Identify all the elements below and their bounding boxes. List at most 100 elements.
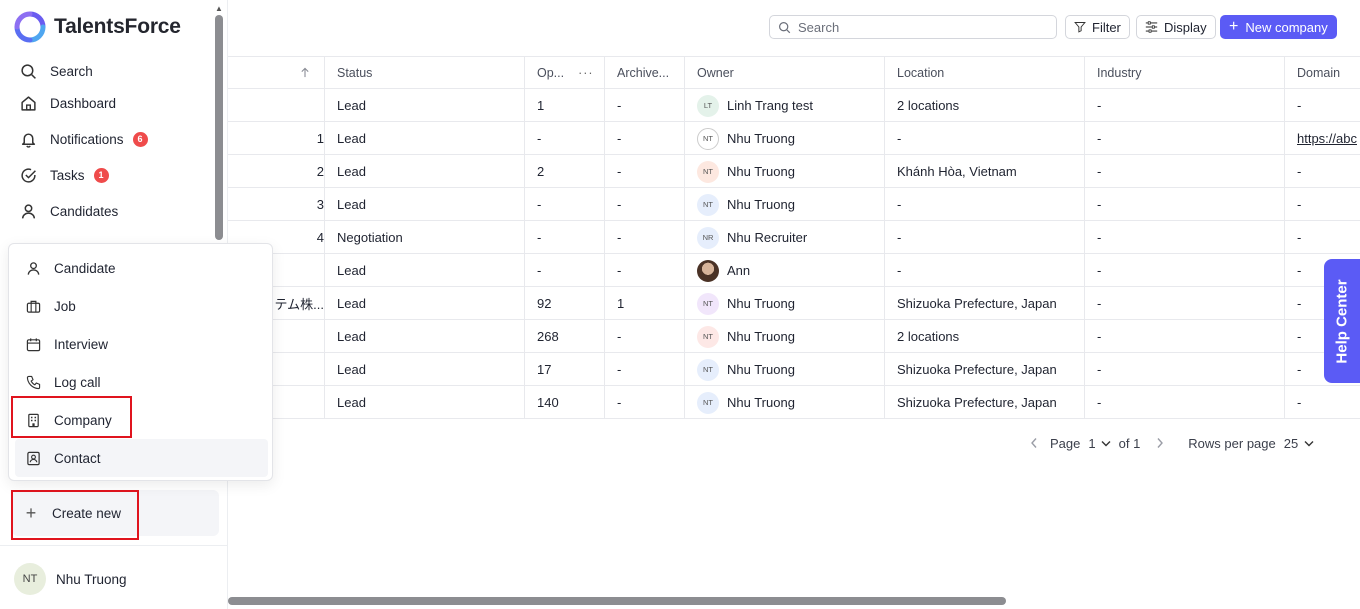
cell-location: Shizuoka Prefecture, Japan: [885, 353, 1085, 386]
check-circle-icon: [20, 167, 37, 184]
cell-op: 2: [525, 155, 605, 188]
search-icon: [20, 63, 37, 80]
help-center-button[interactable]: Help Center: [1324, 259, 1360, 383]
cell-industry-value: -: [1097, 230, 1102, 245]
owner-name: Nhu Truong: [727, 362, 795, 377]
avatar: NT: [697, 127, 719, 150]
table-row[interactable]: 3 Lead - - NT Nhu Truong - - -: [228, 188, 1360, 221]
cell-status-value: Lead: [337, 329, 366, 344]
cell-status: Negotiation: [325, 221, 525, 254]
more-horizontal-icon[interactable]: ···: [578, 66, 594, 80]
owner-name: Linh Trang test: [727, 98, 813, 113]
cell-op-value: -: [537, 263, 542, 278]
owner-name: Nhu Recruiter: [727, 230, 808, 245]
chevron-right-icon[interactable]: [1156, 437, 1164, 449]
column-header-location[interactable]: Location: [885, 56, 1085, 89]
avatar: NT: [697, 391, 719, 414]
table-row[interactable]: 4 Negotiation - - NR Nhu Recruiter - - -: [228, 221, 1360, 254]
page-select[interactable]: 1: [1088, 436, 1111, 451]
page-total: of 1: [1118, 435, 1141, 451]
cell-domain: -: [1285, 89, 1360, 122]
horizontal-scrollbar[interactable]: [228, 597, 1360, 605]
cell-status: Lead: [325, 287, 525, 320]
display-button[interactable]: Display: [1136, 15, 1216, 39]
cell-location: Khánh Hòa, Vietnam: [885, 155, 1085, 188]
table-row[interactable]: テム株... Lead 92 1 NT Nhu Truong Shizuoka Prefec…: [228, 287, 1360, 320]
cell-name: 1: [228, 122, 325, 155]
plus-icon: +: [1229, 18, 1239, 35]
scroll-up-arrow-icon[interactable]: ▲: [215, 4, 223, 13]
cell-status-value: Lead: [337, 296, 366, 311]
cell-location: Shizuoka Prefecture, Japan: [885, 386, 1085, 419]
menu-item-contact[interactable]: Contact: [15, 439, 268, 477]
cell-domain-value: -: [1297, 362, 1302, 377]
chevron-left-icon[interactable]: [1030, 437, 1038, 449]
column-header-archived[interactable]: Archive...: [605, 56, 685, 89]
cell-name: [228, 89, 325, 122]
table-row[interactable]: Lead 140 - NT Nhu Truong Shizuoka Prefecture,…: [228, 386, 1360, 419]
rows-per-page-label: Rows per page: [1188, 435, 1276, 451]
avatar: NT: [697, 193, 719, 216]
menu-item-interview[interactable]: Interview: [15, 325, 268, 363]
cell-status: Lead: [325, 89, 525, 122]
sliders-icon: [1145, 21, 1158, 33]
cell-domain-value[interactable]: https://abc: [1297, 131, 1357, 146]
cell-owner: NT Nhu Truong: [685, 188, 885, 221]
horizontal-scrollbar-thumb[interactable]: [228, 597, 1006, 605]
cell-op-value: -: [537, 197, 542, 212]
cell-location: 2 locations: [885, 320, 1085, 353]
cell-op-value: 268: [537, 329, 559, 344]
sidebar-item-candidates[interactable]: Candidates: [20, 199, 118, 223]
cell-status: Lead: [325, 122, 525, 155]
table-row[interactable]: 2 Lead 2 - NT Nhu Truong Khánh Hòa, Vietnam - -: [228, 155, 1360, 188]
search-box[interactable]: [769, 15, 1057, 39]
table-row[interactable]: Lead - - Ann - - -: [228, 254, 1360, 287]
sidebar-item-dashboard[interactable]: Dashboard: [20, 91, 116, 115]
cell-op-value: 17: [537, 362, 552, 377]
app-name: TalentsForce: [54, 15, 181, 38]
cell-domain: https://abc: [1285, 122, 1360, 155]
sidebar-item-tasks[interactable]: Tasks 1: [20, 163, 109, 187]
cell-industry-value: -: [1097, 197, 1102, 212]
cell-op: 92: [525, 287, 605, 320]
cell-owner: NT Nhu Truong: [685, 155, 885, 188]
cell-name-value: 3: [316, 197, 324, 212]
cell-status-value: Negotiation: [337, 230, 403, 245]
menu-item-job[interactable]: Job: [15, 287, 268, 325]
cell-op: -: [525, 254, 605, 287]
cell-op: 1: [525, 89, 605, 122]
cell-industry-value: -: [1097, 296, 1102, 311]
column-header-domain[interactable]: Domain: [1285, 56, 1360, 89]
cell-archived-value: -: [617, 362, 622, 377]
cell-archived: -: [605, 122, 685, 155]
cell-industry: -: [1085, 89, 1285, 122]
table-row[interactable]: Lead 1 - LT Linh Trang test 2 locations - -: [228, 89, 1360, 122]
sidebar-item-notifications[interactable]: Notifications 6: [20, 127, 148, 151]
new-company-label: New company: [1245, 19, 1328, 35]
table-row[interactable]: Lead 268 - NT Nhu Truong 2 locations - -: [228, 320, 1360, 353]
search-input[interactable]: [798, 19, 1038, 35]
sidebar-scrollbar-thumb[interactable]: [215, 15, 223, 240]
column-header-op[interactable]: Op... ···: [525, 56, 605, 89]
table-row[interactable]: 1 Lead - - NT Nhu Truong - - https://abc: [228, 122, 1360, 155]
avatar: NT: [697, 160, 719, 183]
cell-archived: 1: [605, 287, 685, 320]
column-header-industry[interactable]: Industry: [1085, 56, 1285, 89]
column-header-name[interactable]: [228, 56, 325, 89]
cell-op-value: 92: [537, 296, 552, 311]
menu-item-candidate[interactable]: Candidate: [15, 249, 268, 287]
new-company-button[interactable]: + New company: [1220, 15, 1337, 39]
app-logo[interactable]: TalentsForce: [14, 11, 181, 43]
column-header-status[interactable]: Status: [325, 56, 525, 89]
cell-archived-value: -: [617, 263, 622, 278]
column-header-owner[interactable]: Owner: [685, 56, 885, 89]
cell-name-value: 1: [316, 131, 324, 146]
cell-name: 3: [228, 188, 325, 221]
cell-domain: -: [1285, 386, 1360, 419]
rows-per-page-select[interactable]: 25: [1284, 436, 1314, 451]
calendar-icon: [26, 337, 41, 352]
sidebar-item-search[interactable]: Search: [20, 59, 93, 83]
table-row[interactable]: Lead 17 - NT Nhu Truong Shizuoka Prefecture, …: [228, 353, 1360, 386]
filter-button[interactable]: Filter: [1065, 15, 1130, 39]
user-profile[interactable]: NT Nhu Truong: [14, 563, 127, 595]
